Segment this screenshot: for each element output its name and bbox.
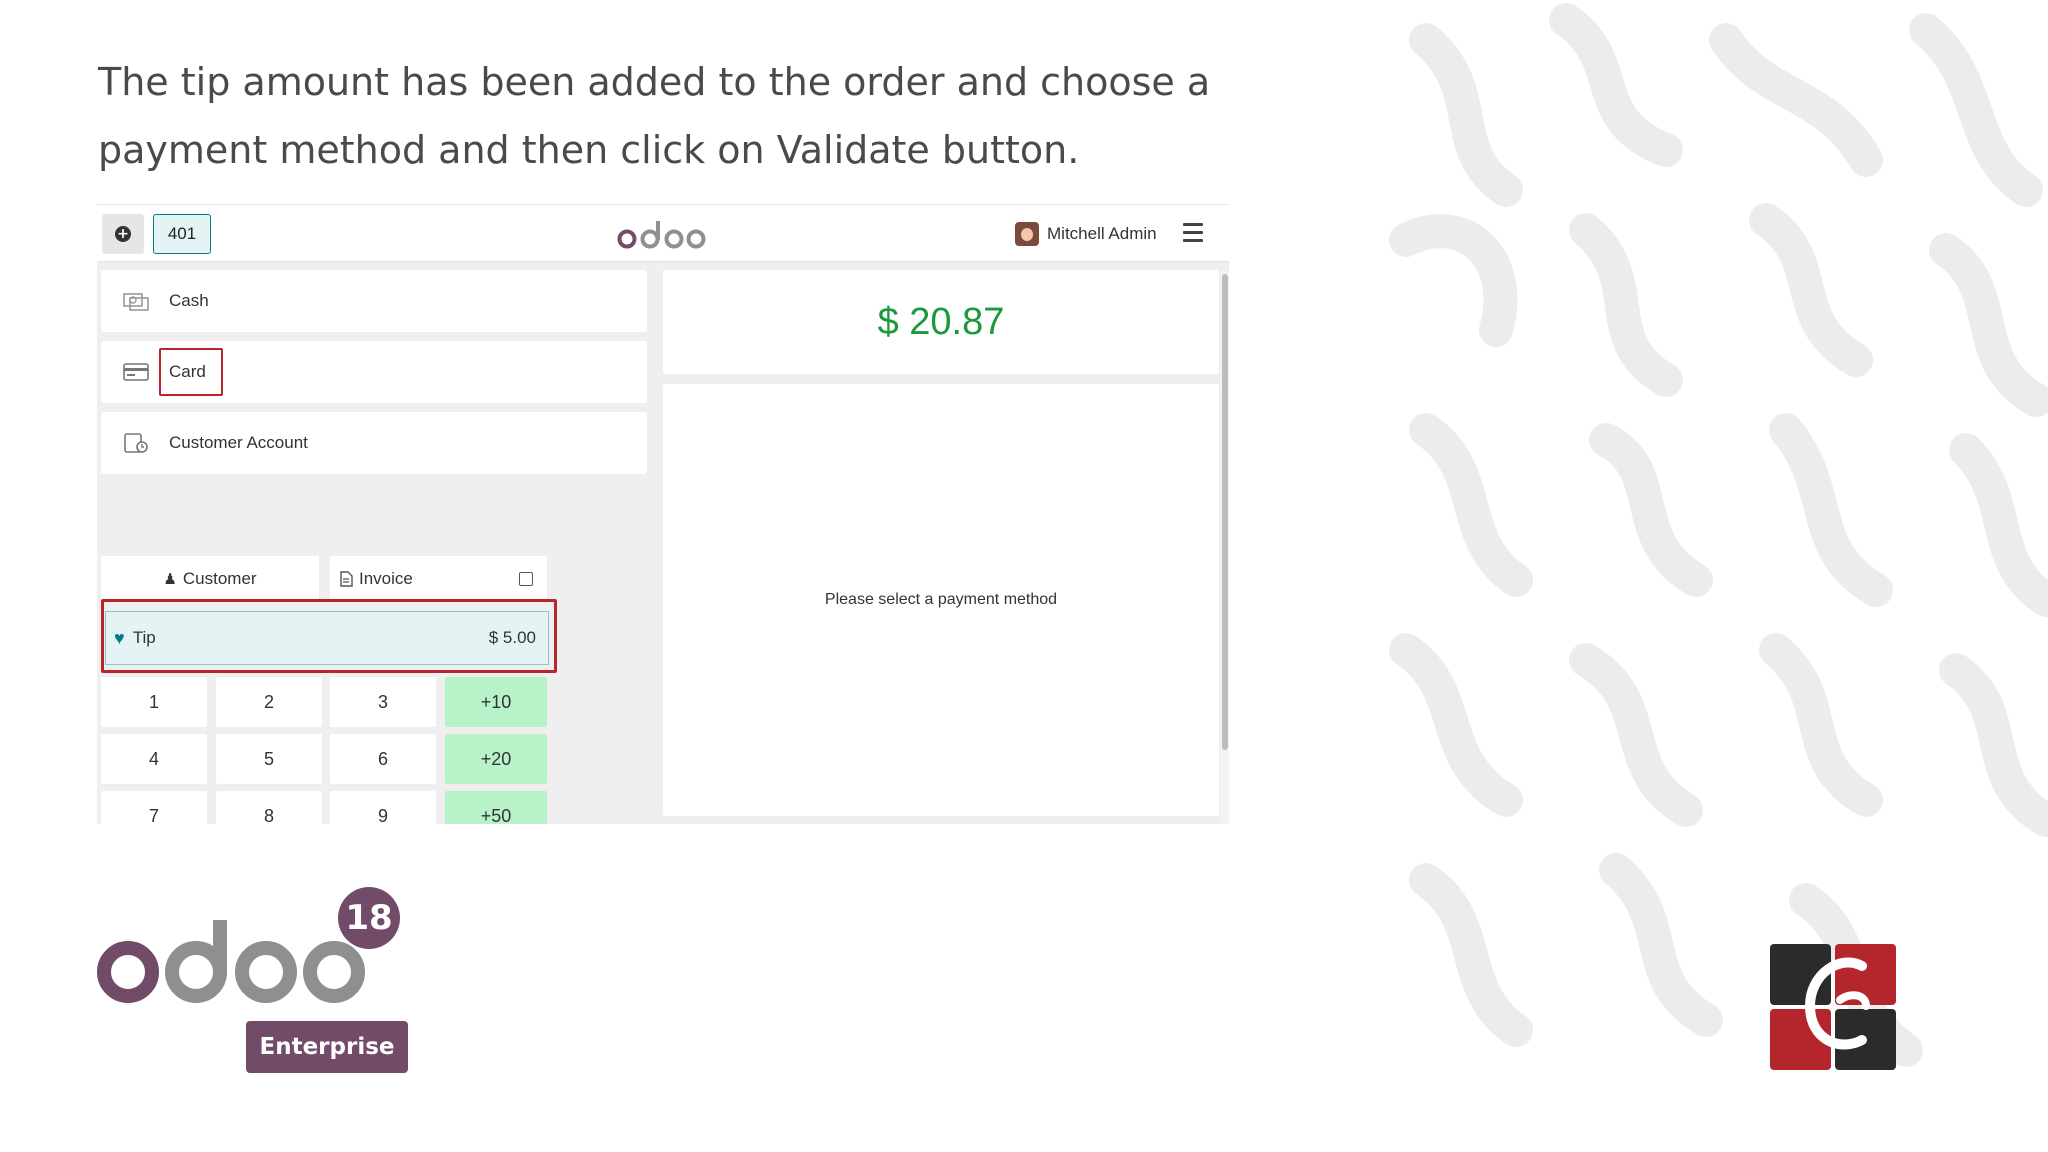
payment-placeholder: Please select a payment method: [663, 384, 1219, 816]
key-6[interactable]: 6: [330, 734, 436, 784]
plus-circle-icon: +: [115, 226, 131, 242]
card-icon: [123, 363, 149, 381]
key-1[interactable]: 1: [101, 677, 207, 727]
key-9[interactable]: 9: [330, 791, 436, 824]
odoo-logo: [617, 221, 706, 249]
user-menu[interactable]: Mitchell Admin: [1015, 220, 1157, 248]
payment-method-cash[interactable]: Cash: [101, 270, 647, 332]
placeholder-text: Please select a payment method: [824, 591, 1058, 608]
key-4[interactable]: 4: [101, 734, 207, 784]
key-plus-20[interactable]: +20: [445, 734, 547, 784]
edition-badge: Enterprise: [246, 1021, 408, 1073]
key-5[interactable]: 5: [216, 734, 322, 784]
key-plus-10[interactable]: +10: [445, 677, 547, 727]
instruction-text: The tip amount has been added to the ord…: [98, 60, 1211, 172]
hamburger-icon[interactable]: [1183, 223, 1203, 243]
total-amount: $ 20.87: [663, 270, 1219, 374]
key-plus-50[interactable]: +50: [445, 791, 547, 824]
company-logo: [1770, 944, 1896, 1070]
cash-icon: [123, 293, 149, 311]
invoice-checkbox[interactable]: [519, 572, 533, 586]
pos-navbar: + 401 Mitchell Admin: [97, 204, 1229, 262]
key-7[interactable]: 7: [101, 791, 207, 824]
payment-method-label: Cash: [169, 291, 209, 310]
version-badge: 18: [338, 887, 400, 949]
customer-button[interactable]: ♟ Customer: [101, 556, 319, 602]
document-icon: [340, 571, 353, 587]
tip-highlight-box: [101, 599, 557, 673]
decorative-pattern: [1389, 3, 2048, 1067]
user-name: Mitchell Admin: [1047, 224, 1157, 243]
key-8[interactable]: 8: [216, 791, 322, 824]
payment-method-customer-account[interactable]: Customer Account: [101, 412, 647, 474]
pos-screenshot: + 401 Mitchell Admin Cash Card Customer: [97, 204, 1229, 824]
new-order-button[interactable]: +: [102, 214, 144, 254]
scrollbar[interactable]: [1221, 270, 1229, 824]
card-highlight-box: [159, 348, 223, 396]
payment-method-label: Customer Account: [169, 433, 308, 452]
avatar: [1015, 222, 1039, 246]
order-tab[interactable]: 401: [153, 214, 211, 254]
key-3[interactable]: 3: [330, 677, 436, 727]
key-2[interactable]: 2: [216, 677, 322, 727]
invoice-button[interactable]: Invoice: [330, 556, 547, 602]
person-icon: ♟: [163, 571, 177, 588]
payment-method-card[interactable]: Card: [101, 341, 647, 403]
customer-account-icon: [124, 433, 148, 453]
